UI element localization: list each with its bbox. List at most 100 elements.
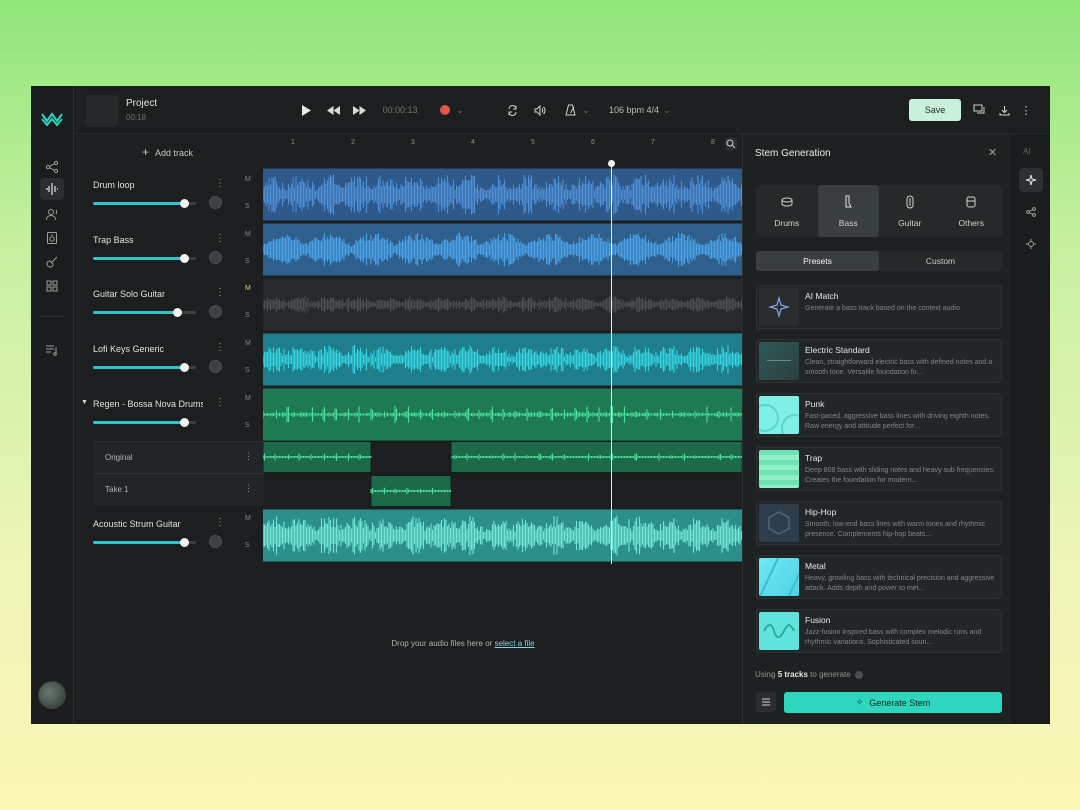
clip-guitar-solo[interactable] [263, 278, 742, 331]
preset-trap[interactable]: Trap Deep 808 bass with sliding notes an… [756, 447, 1002, 491]
more-icon[interactable]: ⋮ [215, 233, 225, 244]
solo-button[interactable]: S [245, 542, 250, 549]
waveform-icon[interactable] [40, 178, 64, 200]
clip-take-original[interactable] [263, 441, 742, 473]
loop-icon[interactable] [505, 101, 519, 119]
track-name[interactable]: Drum loop [93, 180, 203, 190]
preset-hip-hop[interactable]: Hip-Hop Smooth, low-end bass lines with … [756, 501, 1002, 545]
tab-presets[interactable]: Presets [756, 251, 879, 271]
track-name[interactable]: Acoustic Strum Guitar [93, 519, 203, 529]
tab-bass[interactable]: Bass [817, 185, 879, 237]
more-icon[interactable]: ⋮ [1021, 101, 1032, 119]
clip-bossa-nova[interactable] [263, 388, 742, 441]
mute-button[interactable]: M [245, 395, 251, 402]
voice-icon[interactable] [40, 203, 64, 225]
record-icon[interactable] [438, 101, 452, 119]
add-track-button[interactable]: + Add track [142, 145, 193, 159]
mute-button[interactable]: M [245, 340, 251, 347]
grid-icon[interactable] [40, 275, 64, 297]
save-button[interactable]: Save [909, 99, 961, 121]
tempo-display[interactable]: 106 bpm 4/4 ⌄ [609, 101, 689, 119]
take-row[interactable]: Take 1 ⋮ [94, 473, 264, 505]
solo-button[interactable]: S [245, 312, 250, 319]
share-icon[interactable] [1019, 200, 1043, 224]
volume-slider[interactable] [93, 363, 196, 372]
menu-icon[interactable] [756, 692, 776, 712]
playhead-handle[interactable] [608, 160, 615, 167]
info-icon[interactable] [854, 670, 863, 679]
tab-guitar[interactable]: Guitar [879, 185, 941, 237]
download-icon[interactable] [997, 101, 1011, 119]
preset-electric-standard[interactable]: Electric Standard Clean, straightforward… [756, 339, 1002, 383]
solo-button[interactable]: S [245, 422, 250, 429]
playhead[interactable] [611, 162, 612, 564]
ruler[interactable]: 1 2 3 4 5 6 7 8 [263, 134, 742, 154]
lyrics-icon[interactable] [40, 339, 64, 361]
tab-others[interactable]: Others [941, 185, 1003, 237]
volume-slider[interactable] [93, 254, 196, 263]
more-icon[interactable]: ⋮ [215, 287, 225, 298]
project-thumbnail[interactable] [86, 95, 118, 127]
close-icon[interactable]: ✕ [988, 146, 997, 159]
chevron-down-icon[interactable]: ⌄ [581, 101, 591, 119]
solo-button[interactable]: S [245, 258, 250, 265]
more-icon[interactable]: ⋮ [215, 517, 225, 528]
more-icon[interactable]: ⋮ [215, 397, 225, 408]
solo-button[interactable]: S [245, 203, 250, 210]
clip-trap-bass[interactable] [263, 223, 742, 276]
fast-forward-icon[interactable] [351, 101, 367, 119]
pan-knob[interactable] [209, 196, 222, 209]
tab-custom[interactable]: Custom [879, 251, 1002, 271]
guitar-icon[interactable] [40, 251, 64, 273]
tab-drums[interactable]: Drums [756, 185, 818, 237]
more-icon[interactable]: ⋮ [244, 483, 253, 494]
generate-stem-button[interactable]: ✧ Generate Stem [784, 692, 1002, 713]
track-name[interactable]: Guitar Solo Guitar [93, 289, 203, 299]
track-name[interactable]: Lofi Keys Generic [93, 344, 203, 354]
project-name[interactable]: Project [126, 98, 157, 109]
solo-button[interactable]: S [245, 367, 250, 374]
mute-button[interactable]: M [245, 515, 251, 522]
share-icon[interactable] [40, 156, 64, 178]
pan-knob[interactable] [209, 251, 222, 264]
pan-knob[interactable] [209, 305, 222, 318]
play-icon[interactable] [299, 101, 313, 119]
volume-slider[interactable] [93, 308, 196, 317]
clip-drum-loop[interactable] [263, 168, 742, 221]
volume-icon[interactable] [533, 101, 547, 119]
mute-button[interactable]: M [245, 231, 251, 238]
drop-zone[interactable]: Drop your audio files here or select a f… [313, 639, 613, 648]
take-row[interactable]: Original ⋮ [94, 441, 264, 473]
clip-lofi-keys[interactable] [263, 333, 742, 386]
preset-ai-match[interactable]: AI Match Generate a bass track based on … [756, 285, 1002, 329]
settings-icon[interactable] [1019, 232, 1043, 256]
clip-acoustic-strum[interactable] [263, 509, 742, 562]
rewind-icon[interactable] [325, 101, 341, 119]
sparkle-icon[interactable] [1019, 168, 1043, 192]
metronome-icon[interactable] [563, 101, 577, 119]
speaker-icon[interactable] [40, 227, 64, 249]
avatar[interactable] [38, 681, 66, 709]
preset-metal[interactable]: Metal Heavy, growling bass with technica… [756, 555, 1002, 599]
preset-fusion[interactable]: Fusion Jazz-fusion inspired bass with co… [756, 609, 1002, 653]
mute-button[interactable]: M [245, 285, 251, 292]
volume-slider[interactable] [93, 538, 196, 547]
mute-button[interactable]: M [245, 176, 251, 183]
chevron-down-icon[interactable]: ⌄ [455, 101, 465, 119]
volume-slider[interactable] [93, 418, 196, 427]
timeline[interactable]: 1 2 3 4 5 6 7 8 Drop your audio files he… [263, 134, 742, 724]
more-icon[interactable]: ⋮ [215, 342, 225, 353]
collapse-icon[interactable]: ▼ [81, 399, 88, 406]
zoom-icon[interactable] [724, 137, 738, 151]
track-name[interactable]: Trap Bass [93, 235, 203, 245]
more-icon[interactable]: ⋮ [244, 451, 253, 462]
comment-icon[interactable] [972, 101, 986, 119]
select-file-link[interactable]: select a file [495, 639, 535, 648]
volume-slider[interactable] [93, 199, 196, 208]
pan-knob[interactable] [209, 535, 222, 548]
more-icon[interactable]: ⋮ [215, 178, 225, 189]
preset-punk[interactable]: Punk Fast-paced, aggressive bass lines w… [756, 393, 1002, 437]
track-name[interactable]: Regen - Bossa Nova Drums [93, 399, 203, 409]
clip-take-1[interactable] [263, 475, 742, 507]
pan-knob[interactable] [209, 360, 222, 373]
